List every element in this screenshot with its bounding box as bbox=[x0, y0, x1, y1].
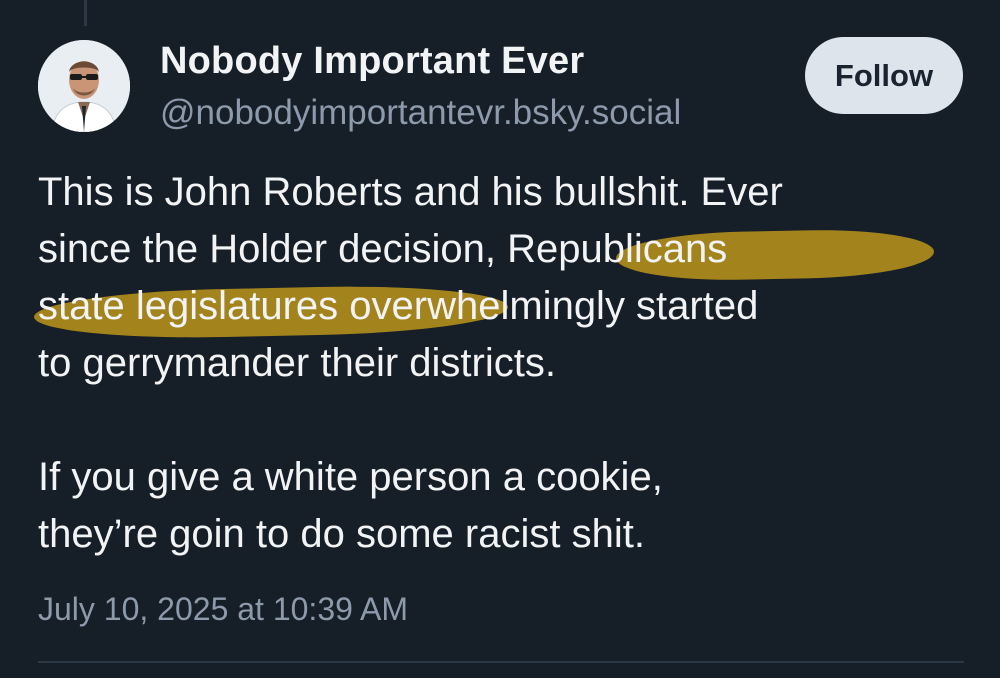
highlighted-text: Republicans bbox=[507, 227, 728, 271]
post-paragraph-2: If you give a white person a cookie, the… bbox=[38, 449, 978, 563]
post-timestamp[interactable]: July 10, 2025 at 10:39 AM bbox=[38, 591, 408, 628]
highlighted-text: state legislatures over bbox=[38, 284, 428, 328]
post-line: to gerrymander their districts. bbox=[38, 341, 556, 385]
thread-connector-line bbox=[84, 0, 87, 26]
divider bbox=[38, 661, 964, 663]
post-line: If you give a white person a cookie, bbox=[38, 455, 663, 499]
post-text: This is John Roberts and his bullshit. E… bbox=[33, 164, 978, 563]
user-avatar-icon bbox=[38, 40, 130, 132]
author-avatar[interactable] bbox=[38, 40, 130, 132]
post-line: they’re goin to do some racist shit. bbox=[38, 512, 645, 556]
author-handle[interactable]: @nobodyimportantevr.bsky.social bbox=[160, 93, 681, 133]
post-text-segment: since the Holder decision, bbox=[38, 227, 508, 271]
post-line: state legislatures overwhelmingly starte… bbox=[38, 278, 978, 335]
post-paragraph-1: This is John Roberts and his bullshit. E… bbox=[38, 164, 978, 392]
post-text-segment: whelmingly started bbox=[427, 284, 759, 328]
post-line: This is John Roberts and his bullshit. E… bbox=[38, 170, 783, 214]
author-display-name[interactable]: Nobody Important Ever bbox=[160, 40, 584, 83]
follow-button[interactable]: Follow bbox=[805, 37, 963, 114]
